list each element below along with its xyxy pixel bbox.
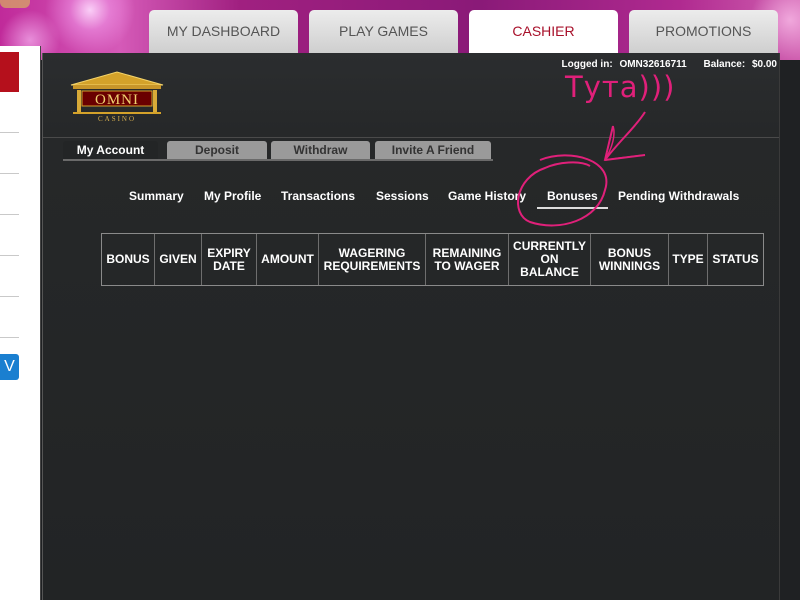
col-bonus: BONUS bbox=[102, 234, 155, 285]
subtab-deposit[interactable]: Deposit bbox=[167, 141, 267, 160]
link-game-history[interactable]: Game History bbox=[448, 189, 526, 203]
link-my-profile[interactable]: My Profile bbox=[204, 189, 261, 203]
left-divider bbox=[0, 173, 19, 174]
login-info: Logged in: OMN32616711 Balance: $0.00 bbox=[558, 59, 777, 70]
left-divider bbox=[0, 132, 19, 133]
tab-play-games[interactable]: PLAY GAMES bbox=[309, 10, 458, 53]
subtab-invite-a-friend[interactable]: Invite A Friend bbox=[375, 141, 491, 160]
link-bonuses[interactable]: Bonuses bbox=[537, 189, 608, 209]
col-given: GIVEN bbox=[155, 234, 202, 285]
balance-value: $0.00 bbox=[751, 59, 777, 70]
header-divider bbox=[43, 137, 779, 138]
col-remaining-to-wager: REMAINING TO WAGER bbox=[426, 234, 509, 285]
col-currently-on-balance: CURRENTLY ON BALANCE bbox=[509, 234, 591, 285]
tab-my-dashboard[interactable]: MY DASHBOARD bbox=[149, 10, 298, 53]
left-divider bbox=[0, 296, 19, 297]
subtab-my-account[interactable]: My Account bbox=[63, 141, 158, 160]
annotation-text: Тута))) bbox=[565, 70, 676, 104]
logged-in-label: Logged in: bbox=[561, 59, 613, 70]
link-summary[interactable]: Summary bbox=[129, 189, 184, 203]
left-blue-button[interactable]: V bbox=[0, 354, 19, 380]
omni-casino-logo[interactable]: OMNI CASINO bbox=[67, 71, 167, 123]
col-bonus-winnings: BONUS WINNINGS bbox=[591, 234, 669, 285]
svg-text:OMNI: OMNI bbox=[95, 92, 139, 108]
subtab-underline bbox=[63, 159, 493, 161]
link-transactions[interactable]: Transactions bbox=[281, 189, 355, 203]
username: OMN32616711 bbox=[619, 59, 687, 70]
link-pending-withdrawals[interactable]: Pending Withdrawals bbox=[618, 189, 739, 203]
link-sessions[interactable]: Sessions bbox=[376, 189, 429, 203]
left-divider bbox=[0, 214, 19, 215]
tab-cashier[interactable]: CASHIER bbox=[469, 10, 618, 53]
left-divider bbox=[0, 337, 19, 338]
decorative-lamp bbox=[0, 0, 30, 8]
subtab-withdraw[interactable]: Withdraw bbox=[271, 141, 370, 160]
left-red-block bbox=[0, 52, 19, 92]
col-type: TYPE bbox=[669, 234, 708, 285]
col-status: STATUS bbox=[712, 252, 759, 266]
left-divider bbox=[0, 255, 19, 256]
cashier-panel: Logged in: OMN32616711 Balance: $0.00 OM… bbox=[42, 53, 780, 600]
tab-promotions[interactable]: PROMOTIONS bbox=[629, 10, 778, 53]
col-amount: AMOUNT bbox=[257, 234, 319, 285]
bonuses-table: BONUS GIVEN EXPIRY DATE AMOUNT WAGERING … bbox=[101, 233, 764, 286]
col-wagering-requirements: WAGERING REQUIREMENTS bbox=[319, 234, 426, 285]
col-expiry-date: EXPIRY DATE bbox=[202, 234, 257, 285]
left-sidebar: V bbox=[0, 46, 41, 600]
svg-text:CASINO: CASINO bbox=[98, 115, 136, 123]
balance-label: Balance: bbox=[703, 59, 746, 70]
